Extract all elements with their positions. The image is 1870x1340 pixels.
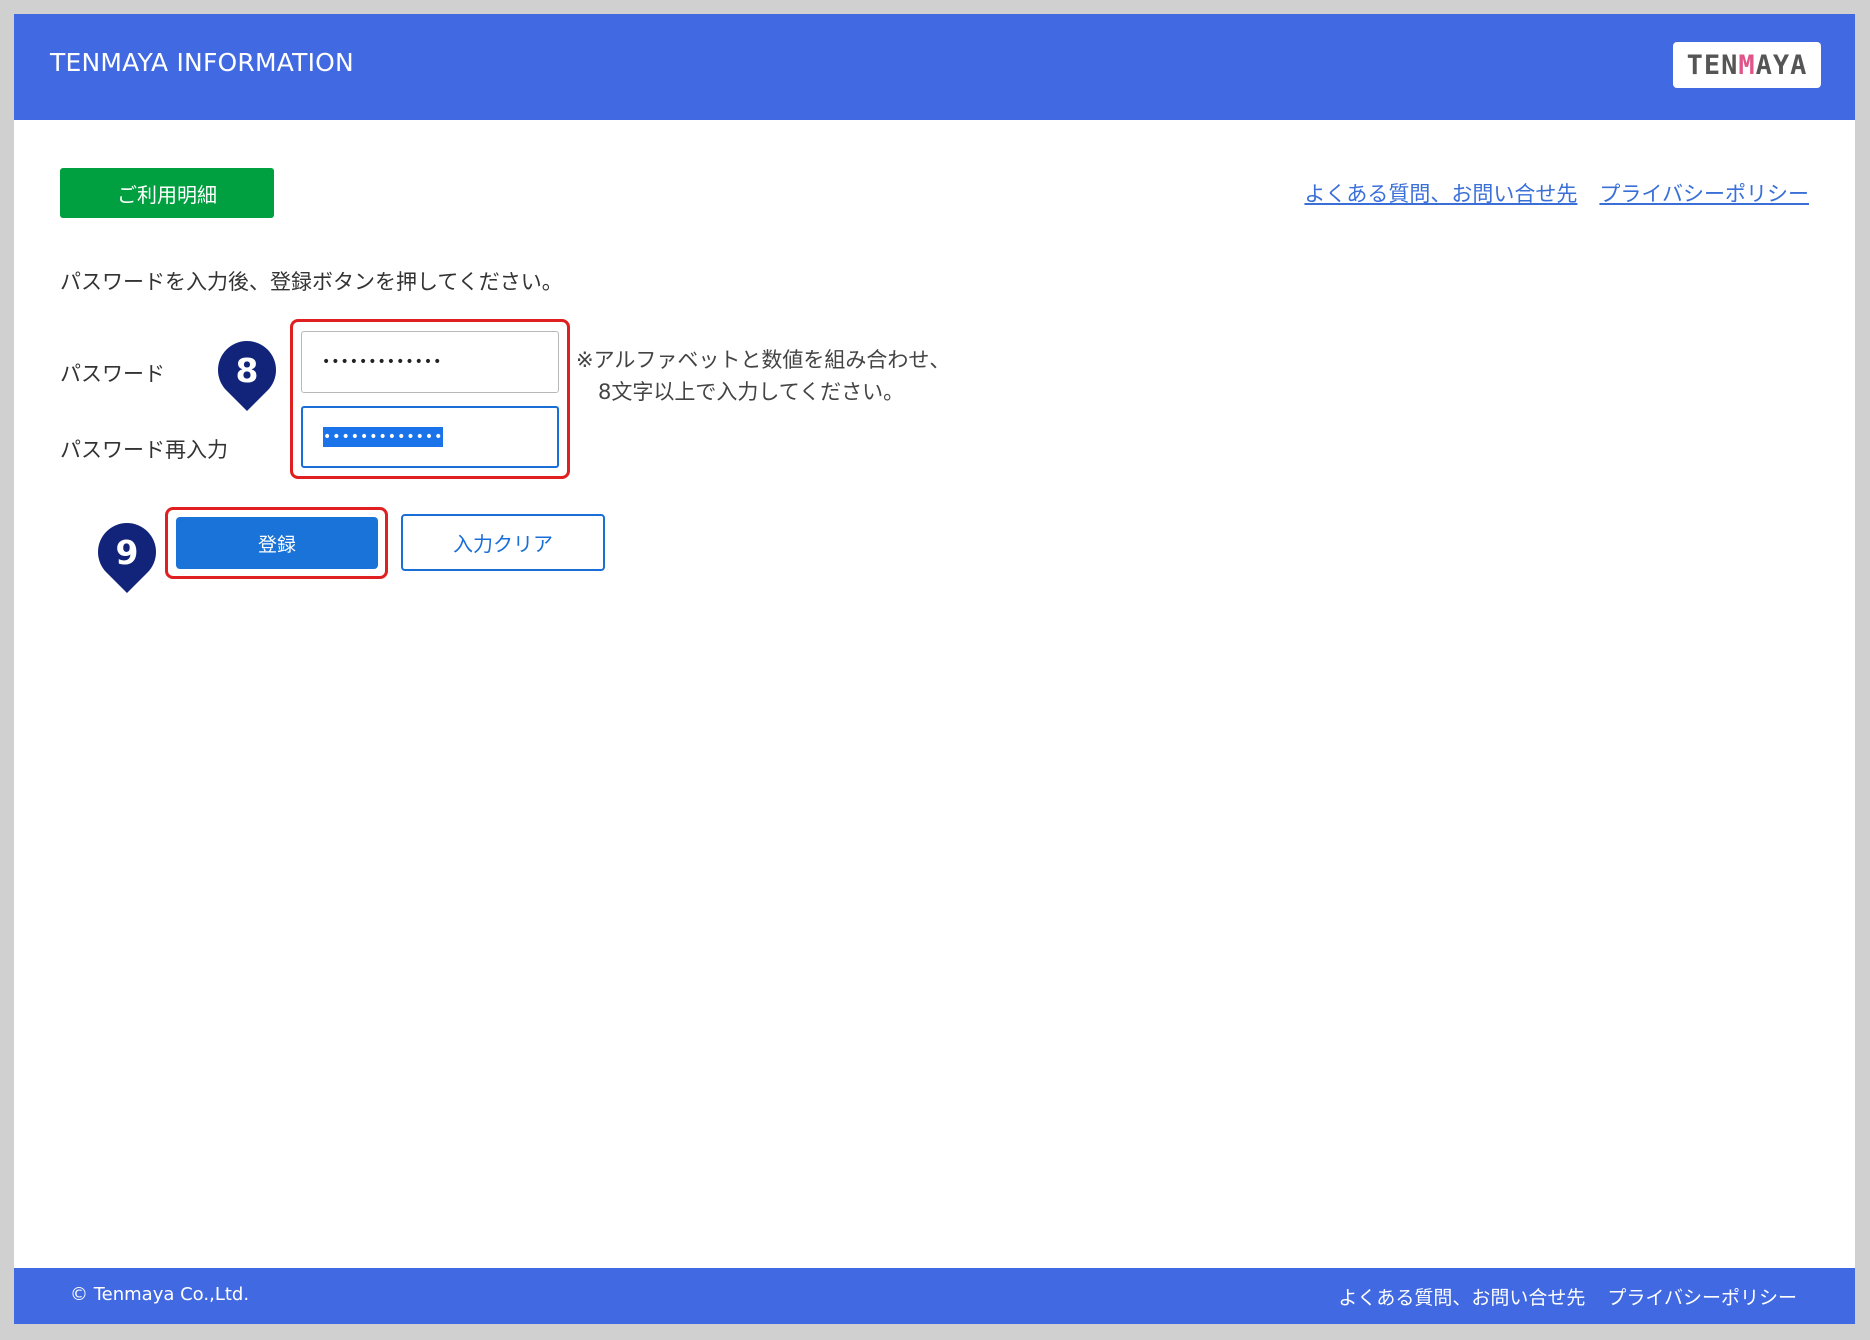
footer-privacy-policy-link[interactable]: プライバシーポリシー <box>1607 1283 1797 1310</box>
footer-bar: © Tenmaya Co.,Ltd. よくある質問、お問い合せ先 プライバシーポ… <box>14 1268 1855 1324</box>
register-button[interactable]: 登録 <box>176 517 378 569</box>
note-line-2: 8文字以上で入力してください。 <box>598 380 905 404</box>
copyright-text: © Tenmaya Co.,Ltd. <box>70 1284 250 1305</box>
faq-link[interactable]: よくある質問、お問い合せ先 <box>1304 178 1577 208</box>
tenmaya-logo[interactable]: TENMAYA <box>1673 42 1821 88</box>
step-9-number: 9 <box>115 532 139 572</box>
password-input[interactable]: ••••••••••••• <box>301 331 559 393</box>
password-confirm-label: パスワード再入力 <box>60 438 228 462</box>
privacy-policy-link[interactable]: プライバシーポリシー <box>1599 178 1809 208</box>
note-line-1: ※アルファベットと数値を組み合わせ、 <box>576 348 951 372</box>
page-frame: TENMAYA INFORMATION TENMAYA ご利用明細 よくある質問… <box>14 14 1855 1324</box>
step-9-marker: 9 <box>85 510 169 594</box>
password-confirm-input[interactable]: ••••••••••••• <box>301 406 559 468</box>
instruction-text: パスワードを入力後、登録ボタンを押してください。 <box>60 270 563 294</box>
header-bar: TENMAYA INFORMATION TENMAYA <box>14 14 1855 120</box>
footer-faq-link[interactable]: よくある質問、お問い合せ先 <box>1338 1283 1585 1310</box>
statement-button[interactable]: ご利用明細 <box>60 168 274 218</box>
header-links: よくある質問、お問い合せ先 プライバシーポリシー <box>1304 178 1809 208</box>
step-8-marker: 8 <box>205 328 289 412</box>
password-confirm-input-value: ••••••••••••• <box>323 427 444 447</box>
logo-text: TENMAYA <box>1686 49 1808 81</box>
password-rule-note: ※アルファベットと数値を組み合わせ、 8文字以上で入力してください。 <box>576 344 950 408</box>
site-title: TENMAYA INFORMATION <box>50 48 354 77</box>
password-input-value: ••••••••••••• <box>322 354 443 370</box>
password-label: パスワード <box>60 362 165 386</box>
footer-links: よくある質問、お問い合せ先 プライバシーポリシー <box>1338 1283 1797 1310</box>
clear-input-button[interactable]: 入力クリア <box>401 514 605 571</box>
step-8-number: 8 <box>235 350 259 390</box>
